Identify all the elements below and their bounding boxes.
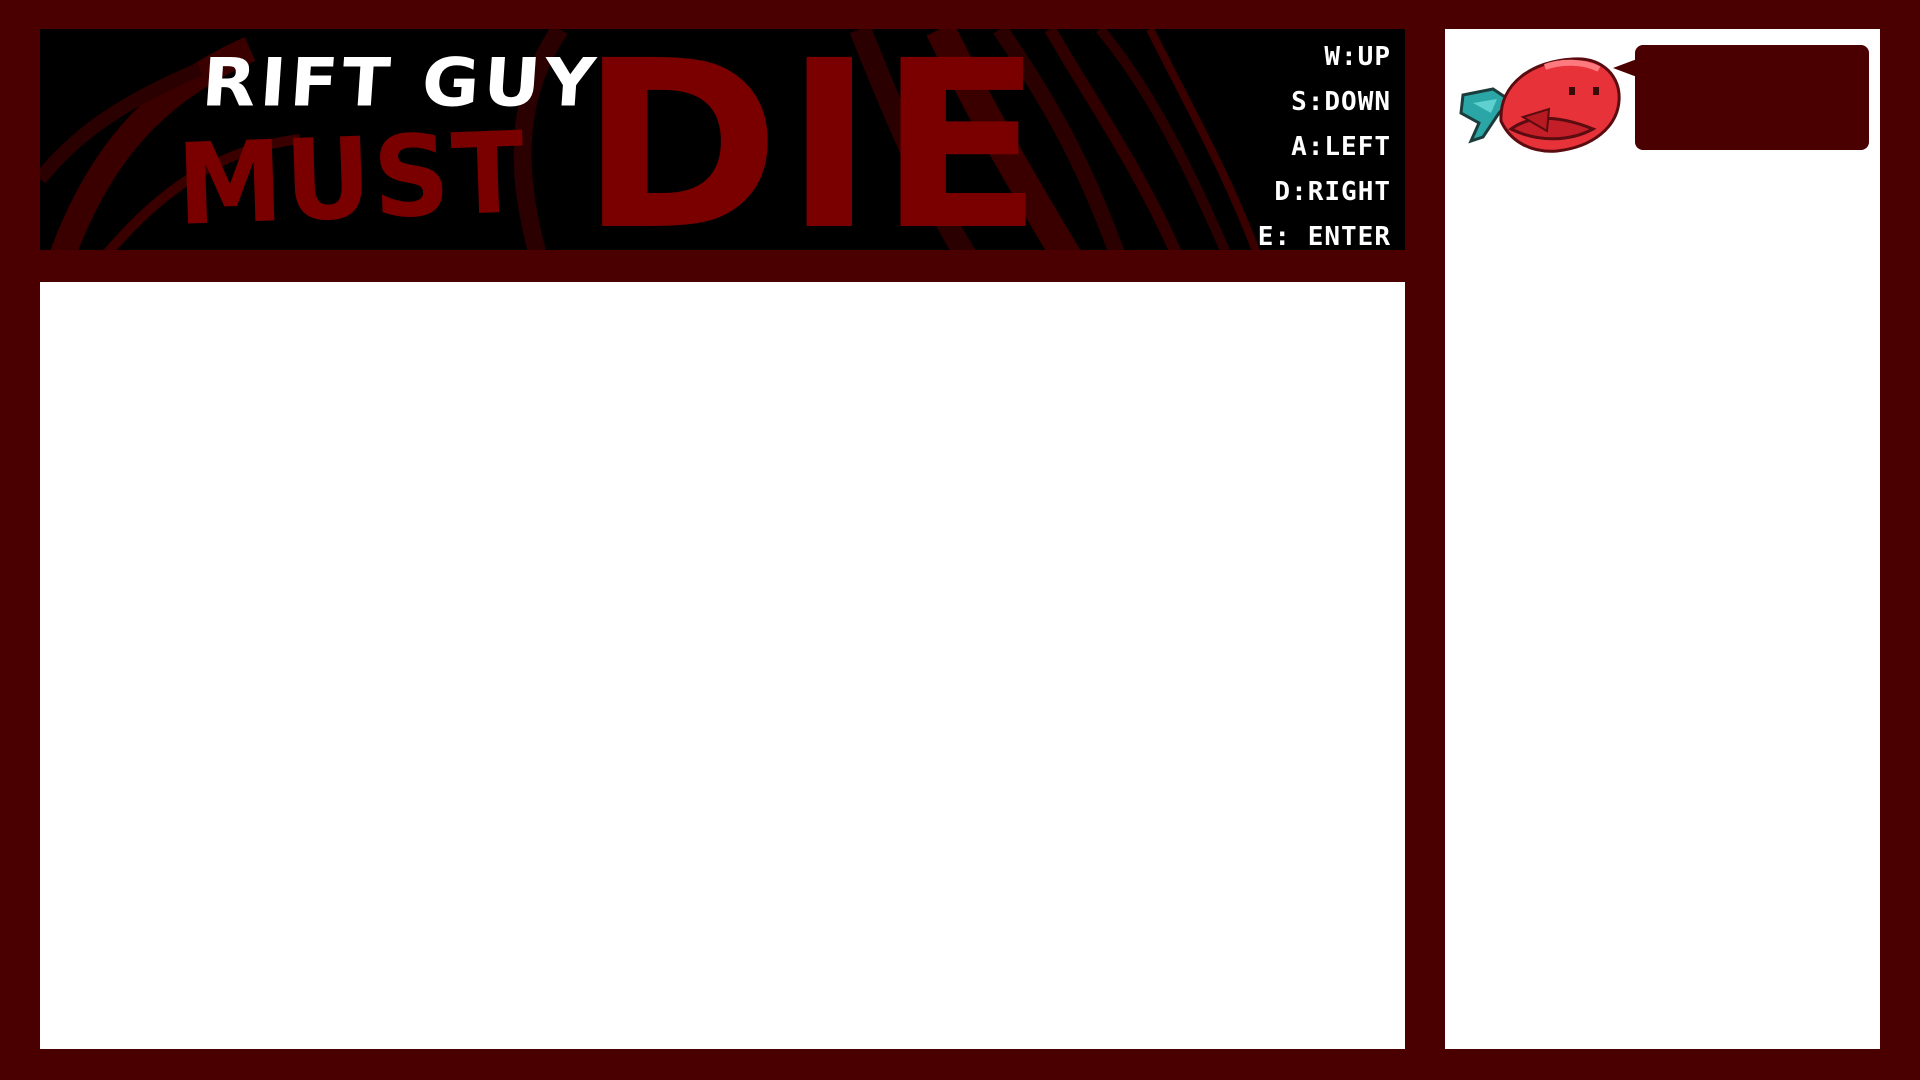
game-area[interactable] xyxy=(40,282,1405,1049)
title-rift-guy: Rift Guy xyxy=(199,43,602,122)
control-enter: E: ENTER xyxy=(1257,222,1391,252)
title-die: Die xyxy=(580,29,1048,262)
speech-bubble xyxy=(1613,45,1869,150)
side-panel xyxy=(1445,29,1880,1049)
control-up: W:UP xyxy=(1324,42,1391,72)
red-fish-mascot-icon xyxy=(1459,57,1621,153)
title-banner: Rift Guy Must Die W:UP S:DOWN A:LEFT D:R… xyxy=(40,29,1405,262)
controls-legend: W:UP S:DOWN A:LEFT D:RIGHT E: ENTER xyxy=(1258,35,1391,260)
control-left: A:LEFT xyxy=(1291,132,1391,162)
title-must: Must xyxy=(175,108,529,251)
control-right: D:RIGHT xyxy=(1274,177,1391,207)
speech-bubble-tail xyxy=(1613,59,1637,77)
control-down: S:DOWN xyxy=(1291,87,1391,117)
